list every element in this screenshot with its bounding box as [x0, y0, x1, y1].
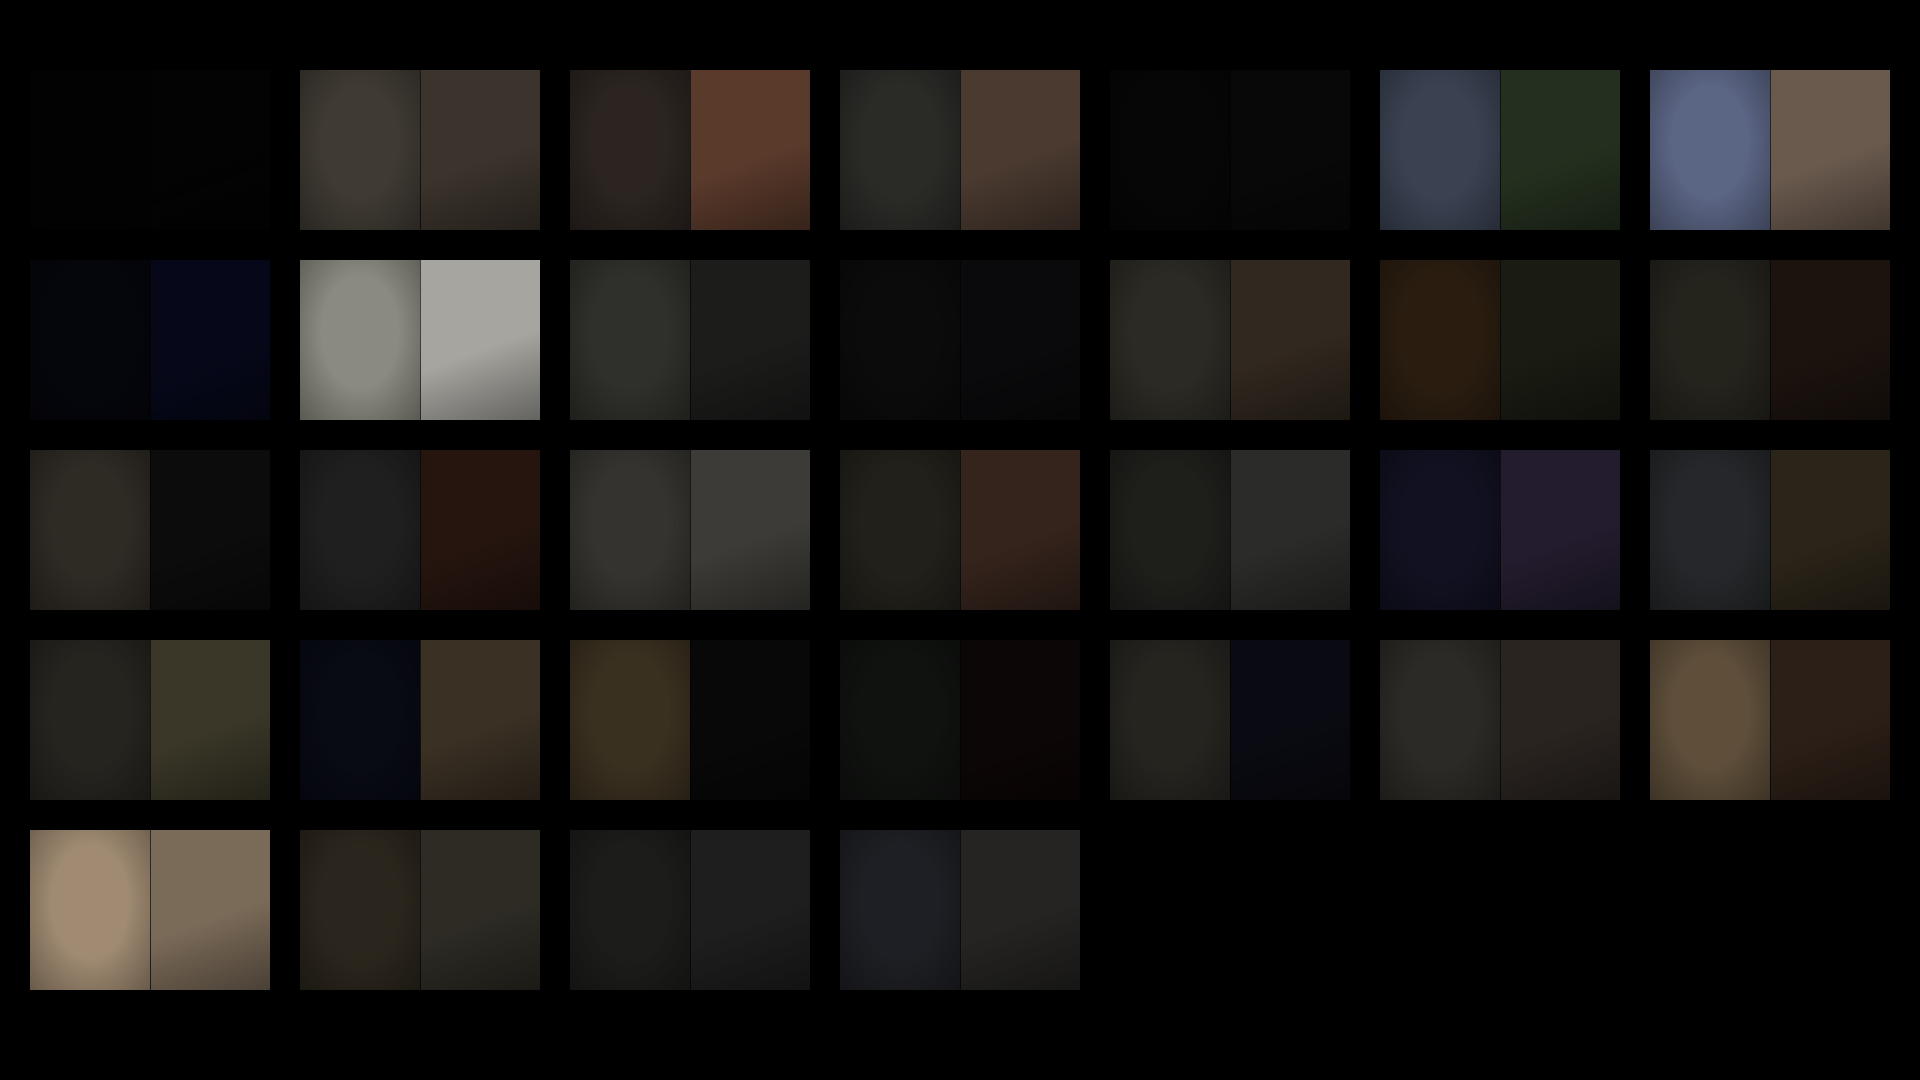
- video-thumbnail[interactable]: [570, 640, 810, 800]
- video-thumbnail[interactable]: [1380, 640, 1620, 800]
- front-camera-frame: [30, 260, 150, 420]
- front-camera-frame: [1650, 450, 1770, 610]
- rear-camera-frame: [150, 260, 270, 420]
- video-thumbnail[interactable]: [570, 450, 810, 610]
- rear-camera-frame: [1770, 260, 1890, 420]
- video-thumbnail[interactable]: [300, 640, 540, 800]
- video-thumbnail[interactable]: [570, 260, 810, 420]
- front-camera-frame: [1650, 260, 1770, 420]
- video-thumbnail[interactable]: [1650, 260, 1890, 420]
- rear-camera-frame: [960, 450, 1080, 610]
- front-camera-frame: [1650, 640, 1770, 800]
- front-camera-frame: [1110, 70, 1230, 230]
- rear-camera-frame: [1500, 450, 1620, 610]
- video-thumbnail[interactable]: [840, 70, 1080, 230]
- video-thumbnail[interactable]: [840, 640, 1080, 800]
- video-thumbnail[interactable]: [1380, 70, 1620, 230]
- recording-grid: [0, 0, 1920, 1080]
- rear-camera-frame: [1770, 640, 1890, 800]
- rear-camera-frame: [1500, 640, 1620, 800]
- video-thumbnail[interactable]: [1110, 450, 1350, 610]
- rear-camera-frame: [420, 70, 540, 230]
- video-thumbnail[interactable]: [1110, 260, 1350, 420]
- video-thumbnail[interactable]: [1650, 640, 1890, 800]
- rear-camera-frame: [150, 450, 270, 610]
- video-thumbnail[interactable]: [1380, 450, 1620, 610]
- front-camera-frame: [1110, 450, 1230, 610]
- rear-camera-frame: [690, 70, 810, 230]
- front-camera-frame: [1380, 450, 1500, 610]
- video-thumbnail[interactable]: [300, 450, 540, 610]
- video-thumbnail[interactable]: [30, 450, 270, 610]
- rear-camera-frame: [690, 830, 810, 990]
- front-camera-frame: [300, 450, 420, 610]
- video-thumbnail[interactable]: [30, 640, 270, 800]
- rear-camera-frame: [960, 70, 1080, 230]
- rear-camera-frame: [690, 450, 810, 610]
- rear-camera-frame: [420, 830, 540, 990]
- front-camera-frame: [840, 70, 960, 230]
- rear-camera-frame: [1230, 70, 1350, 230]
- front-camera-frame: [840, 450, 960, 610]
- rear-camera-frame: [690, 260, 810, 420]
- front-camera-frame: [570, 450, 690, 610]
- video-thumbnail[interactable]: [840, 830, 1080, 990]
- video-thumbnail[interactable]: [1650, 450, 1890, 610]
- rear-camera-frame: [1770, 70, 1890, 230]
- front-camera-frame: [570, 70, 690, 230]
- video-thumbnail[interactable]: [1110, 640, 1350, 800]
- front-camera-frame: [1380, 70, 1500, 230]
- video-thumbnail[interactable]: [30, 260, 270, 420]
- rear-camera-frame: [1230, 450, 1350, 610]
- rear-camera-frame: [420, 640, 540, 800]
- front-camera-frame: [1650, 70, 1770, 230]
- front-camera-frame: [30, 640, 150, 800]
- video-thumbnail[interactable]: [300, 830, 540, 990]
- rear-camera-frame: [150, 70, 270, 230]
- video-thumbnail[interactable]: [1110, 70, 1350, 230]
- front-camera-frame: [840, 830, 960, 990]
- video-thumbnail[interactable]: [300, 260, 540, 420]
- front-camera-frame: [300, 640, 420, 800]
- front-camera-frame: [300, 260, 420, 420]
- video-thumbnail[interactable]: [840, 260, 1080, 420]
- front-camera-frame: [30, 70, 150, 230]
- rear-camera-frame: [150, 830, 270, 990]
- video-thumbnail[interactable]: [570, 70, 810, 230]
- rear-camera-frame: [1770, 450, 1890, 610]
- video-thumbnail[interactable]: [30, 830, 270, 990]
- front-camera-frame: [1110, 640, 1230, 800]
- front-camera-frame: [300, 70, 420, 230]
- front-camera-frame: [840, 640, 960, 800]
- front-camera-frame: [570, 640, 690, 800]
- video-thumbnail[interactable]: [840, 450, 1080, 610]
- front-camera-frame: [300, 830, 420, 990]
- rear-camera-frame: [690, 640, 810, 800]
- front-camera-frame: [30, 830, 150, 990]
- rear-camera-frame: [150, 640, 270, 800]
- rear-camera-frame: [420, 450, 540, 610]
- video-thumbnail[interactable]: [1650, 70, 1890, 230]
- front-camera-frame: [1380, 640, 1500, 800]
- front-camera-frame: [30, 450, 150, 610]
- video-thumbnail[interactable]: [30, 70, 270, 230]
- rear-camera-frame: [960, 830, 1080, 990]
- rear-camera-frame: [1500, 70, 1620, 230]
- front-camera-frame: [1110, 260, 1230, 420]
- front-camera-frame: [840, 260, 960, 420]
- rear-camera-frame: [960, 640, 1080, 800]
- rear-camera-frame: [1230, 260, 1350, 420]
- rear-camera-frame: [1230, 640, 1350, 800]
- video-thumbnail[interactable]: [570, 830, 810, 990]
- video-thumbnail[interactable]: [1380, 260, 1620, 420]
- front-camera-frame: [1380, 260, 1500, 420]
- rear-camera-frame: [1500, 260, 1620, 420]
- front-camera-frame: [570, 260, 690, 420]
- front-camera-frame: [570, 830, 690, 990]
- video-thumbnail[interactable]: [300, 70, 540, 230]
- rear-camera-frame: [420, 260, 540, 420]
- rear-camera-frame: [960, 260, 1080, 420]
